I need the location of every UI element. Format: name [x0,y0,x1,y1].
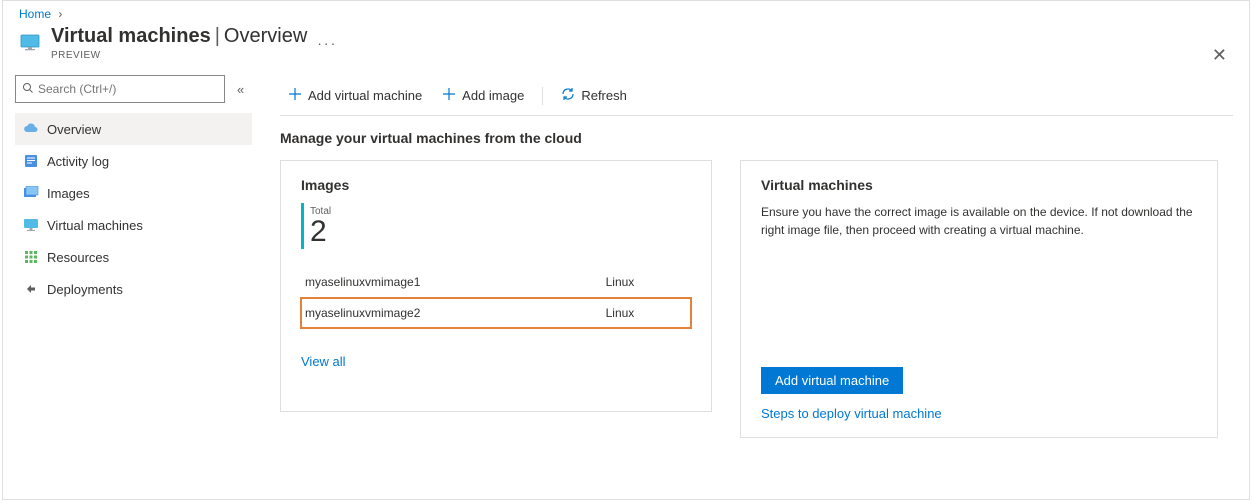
virtual-machines-card: Virtual machines Ensure you have the cor… [740,160,1218,438]
images-total: Total 2 [301,203,691,249]
page-title: Virtual machines|Overview [51,25,307,48]
search-icon [22,82,34,97]
add-image-button[interactable]: Add image [434,81,532,111]
sidebar-item-label: Activity log [47,154,109,169]
preview-badge: PREVIEW [51,50,307,61]
more-actions-button[interactable]: ··· [317,35,337,51]
vm-card-title: Virtual machines [761,177,1197,193]
images-card: Images Total 2 myaselinuxvmimage1 Linux [280,160,712,412]
images-icon [23,185,39,201]
virtual-machines-icon [19,32,41,54]
view-all-link[interactable]: View all [301,354,346,369]
button-label: Add image [462,88,524,103]
plus-icon [442,87,456,104]
steps-link[interactable]: Steps to deploy virtual machine [761,406,1197,421]
page-subtitle: Manage your virtual machines from the cl… [280,130,1233,146]
sidebar-item-activity-log[interactable]: Activity log [15,145,252,177]
image-name-cell: myaselinuxvmimage2 [301,298,602,329]
refresh-icon [561,87,575,104]
button-label: Refresh [581,88,627,103]
image-os-cell: Linux [602,267,691,298]
add-virtual-machine-primary-button[interactable]: Add virtual machine [761,367,903,394]
sidebar-item-deployments[interactable]: Deployments [15,273,252,305]
total-value: 2 [310,217,331,247]
images-card-title: Images [301,177,691,193]
log-icon [23,153,39,169]
sidebar-item-label: Images [47,186,90,201]
table-row[interactable]: myaselinuxvmimage1 Linux [301,267,691,298]
image-name-cell: myaselinuxvmimage1 [301,267,602,298]
search-box[interactable] [15,75,225,103]
sidebar-item-images[interactable]: Images [15,177,252,209]
toolbar-separator [542,87,543,105]
search-input[interactable] [38,82,218,96]
total-accent-bar [301,203,304,249]
sidebar-item-resources[interactable]: Resources [15,241,252,273]
collapse-sidebar-button[interactable]: « [237,82,244,97]
plus-icon [288,87,302,104]
toolbar: Add virtual machine Add image Refresh [280,76,1233,116]
sidebar-item-label: Deployments [47,282,123,297]
add-virtual-machine-button[interactable]: Add virtual machine [280,81,430,111]
image-os-cell: Linux [602,298,691,329]
vm-icon [23,217,39,233]
vm-card-description: Ensure you have the correct image is ava… [761,203,1197,239]
sidebar: « Overview Activity log Images Virtual [3,75,258,483]
table-row[interactable]: myaselinuxvmimage2 Linux [301,298,691,329]
deployments-icon [23,281,39,297]
page-header: Virtual machines|Overview PREVIEW ··· [3,23,1249,61]
images-table: myaselinuxvmimage1 Linux myaselinuxvmima… [301,267,691,328]
chevron-right-icon: › [58,7,62,21]
resources-icon [23,249,39,265]
cloud-icon [23,121,39,137]
refresh-button[interactable]: Refresh [553,81,635,111]
sidebar-item-label: Resources [47,250,109,265]
breadcrumb: Home › [3,1,1249,23]
content-area: Add virtual machine Add image Refresh Ma… [258,75,1249,483]
sidebar-item-overview[interactable]: Overview [15,113,252,145]
breadcrumb-home[interactable]: Home [19,7,51,21]
button-label: Add virtual machine [308,88,422,103]
sidebar-item-virtual-machines[interactable]: Virtual machines [15,209,252,241]
sidebar-item-label: Virtual machines [47,218,143,233]
close-icon[interactable]: ✕ [1212,45,1227,66]
sidebar-item-label: Overview [47,122,101,137]
